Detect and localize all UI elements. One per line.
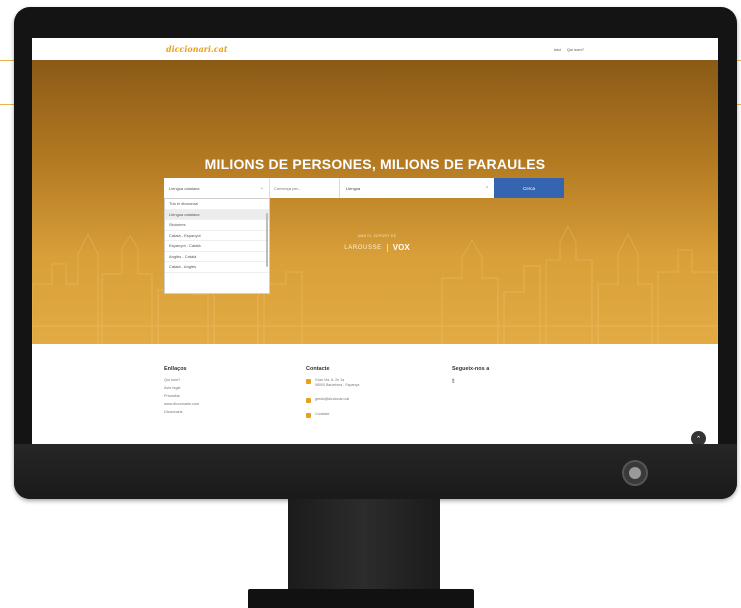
- site-logo[interactable]: diccionari.cat: [166, 44, 228, 54]
- search-button[interactable]: Cerca: [494, 178, 564, 198]
- contact-email-text[interactable]: gestio@diccionari.cat: [315, 397, 349, 402]
- footer-social: Segueix-nos a 𝕥: [452, 366, 489, 385]
- chevron-up-icon: ⌃: [695, 435, 702, 443]
- location-icon: [306, 379, 311, 384]
- partner-caption: AMB EL SUPORT DE: [357, 234, 397, 238]
- contact-form-text[interactable]: Contacte: [315, 412, 329, 417]
- logo-divider: [386, 243, 388, 252]
- contact-address: Gran Via, 6. 2n 1a 08000 Barcelona - Esp…: [306, 378, 359, 388]
- lookup-mode-value: Comença per...: [274, 185, 302, 191]
- dropdown-option[interactable]: Català - Espanyol: [165, 231, 269, 241]
- hero-section: MILIONS DE PERSONES, MILIONS DE PARAULES…: [32, 60, 718, 344]
- footer-link[interactable]: Privacitat: [164, 394, 199, 398]
- monitor-screen: diccionari.cat Inici Qui som? MILIONS DE…: [32, 38, 718, 444]
- nav-item-home[interactable]: Inici: [554, 47, 561, 52]
- footer-contact-heading: Contacte: [306, 366, 330, 372]
- dictionary-select[interactable]: Llengua catalana ⌄: [164, 178, 270, 198]
- page: diccionari.cat Inici Qui som? MILIONS DE…: [0, 0, 741, 608]
- footer-link[interactable]: Diccionaris: [164, 410, 199, 414]
- footer-contact: Contacte Gran Via, 6. 2n 1a 08000 Barcel…: [306, 366, 359, 427]
- dropdown-scrollbar[interactable]: [266, 213, 268, 267]
- footer-social-heading: Segueix-nos a: [452, 366, 490, 372]
- footer-link[interactable]: www.diccionaris.com: [164, 402, 199, 406]
- back-to-top-button[interactable]: ⌃: [691, 431, 706, 444]
- vox-logo: VOX: [392, 243, 410, 252]
- contact-email[interactable]: gestio@diccionari.cat: [306, 397, 359, 403]
- footer-links: Enllaços Qui som? Avís legal Privacitat …: [164, 366, 199, 418]
- partner-block: AMB EL SUPORT DE LAROUSSE VOX: [332, 234, 422, 252]
- clear-icon[interactable]: ×: [480, 178, 494, 198]
- mail-icon: [306, 398, 311, 403]
- dropdown-option[interactable]: Sinònims: [165, 220, 269, 231]
- nav-item-about[interactable]: Qui som?: [567, 47, 584, 52]
- monitor-stand-neck: [288, 499, 440, 589]
- contact-form-link[interactable]: Contacte: [306, 412, 359, 418]
- dropdown-option[interactable]: Espanyol - Català: [165, 241, 269, 252]
- larousse-logo: LAROUSSE: [344, 244, 382, 251]
- dropdown-option[interactable]: Català - Anglès: [165, 262, 269, 273]
- chat-icon: [306, 413, 311, 418]
- partner-logos: LAROUSSE VOX: [332, 243, 422, 252]
- search-bar: Llengua catalana ⌄ Comença per... × Cerc…: [164, 178, 585, 198]
- monitor-stand-base: [248, 589, 474, 608]
- dictionary-select-value: Llengua catalana: [169, 185, 200, 191]
- power-icon: [629, 467, 641, 479]
- footer-link[interactable]: Avís legal: [164, 386, 199, 390]
- dropdown-option[interactable]: Tria el diccionari: [165, 199, 269, 210]
- search-input[interactable]: [340, 178, 480, 198]
- dropdown-option[interactable]: Llengua catalana: [165, 209, 269, 220]
- top-nav: Inici Qui som?: [554, 47, 584, 52]
- dropdown-option[interactable]: Anglès - Català: [165, 252, 269, 262]
- footer-links-heading: Enllaços: [164, 366, 187, 372]
- lookup-mode-select[interactable]: Comença per...: [270, 178, 340, 198]
- footer-link[interactable]: Qui som?: [164, 378, 199, 382]
- hero-title: MILIONS DE PERSONES, MILIONS DE PARAULES: [204, 156, 546, 172]
- address-line: 08000 Barcelona - Espanya: [315, 383, 360, 387]
- dictionary-dropdown: Tria el diccionari Llengua catalana Sinò…: [164, 198, 270, 294]
- twitter-icon[interactable]: 𝕥: [452, 378, 489, 385]
- power-button: [622, 460, 648, 486]
- chevron-down-icon: ⌄: [259, 185, 264, 191]
- site-header: diccionari.cat Inici Qui som?: [32, 38, 718, 60]
- site-footer: Enllaços Qui som? Avís legal Privacitat …: [32, 344, 718, 444]
